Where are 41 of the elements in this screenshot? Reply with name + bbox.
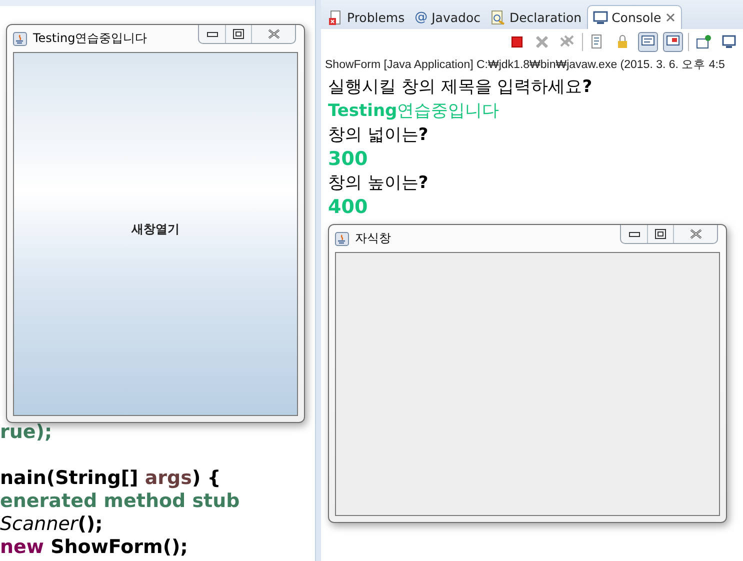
close-icon <box>665 12 676 23</box>
code-text: (); <box>78 513 103 536</box>
minimize-icon <box>206 30 218 38</box>
console-prompt-text: 창의 넓이는? <box>328 124 430 147</box>
console-prompt-text: 실행시킬 창의 제목을 입력하세요? <box>328 76 594 99</box>
pin-icon <box>696 34 712 50</box>
minimize-icon <box>628 230 640 238</box>
java-cup-icon <box>13 32 27 46</box>
declaration-icon <box>490 10 506 24</box>
code-text: args <box>144 467 192 490</box>
tab[interactable]: @ Javadoc <box>410 5 486 29</box>
code-text: nain(String[] <box>0 467 140 490</box>
console-input-text: Testing연습중입니다 <box>328 100 500 123</box>
tab[interactable]: Problems <box>323 5 410 29</box>
stop-icon <box>509 34 525 50</box>
open-window-button[interactable]: 새창열기 <box>14 53 297 415</box>
code-text: ) { <box>192 467 221 490</box>
show-on-error-button[interactable] <box>663 32 683 52</box>
x-mark-icon <box>534 34 550 50</box>
console-input-text: 400 <box>328 195 369 219</box>
monitor-icon <box>592 10 608 25</box>
console-input-text: 300 <box>328 147 369 171</box>
code-text: enerated method stub <box>0 490 240 513</box>
close-icon <box>268 29 280 39</box>
problems-icon <box>328 10 343 24</box>
java-cup-icon <box>335 232 349 246</box>
show-on-output-button[interactable] <box>638 32 658 52</box>
code-text: ShowForm(); <box>50 536 188 559</box>
console-prompt-text: 창의 높이는? <box>328 172 430 195</box>
window-title: Testing연습중입니다 <box>33 30 148 47</box>
code-text: rue); <box>0 421 52 444</box>
maximize-icon <box>233 29 244 39</box>
launch-info: ShowForm [Java Application] C:₩jdk1.8₩bin₩javaw.exe (2015. 3. 6. 오후 4:5 <box>324 58 726 73</box>
close-icon <box>690 229 702 239</box>
code-text: Scanner <box>0 513 78 536</box>
maximize-icon <box>655 229 666 239</box>
window-title: 자식창 <box>355 230 391 247</box>
tab[interactable]: Console <box>586 5 682 29</box>
code-text: new <box>0 536 44 559</box>
tab[interactable]: Declaration <box>485 5 587 29</box>
monitor-icon <box>721 34 737 50</box>
